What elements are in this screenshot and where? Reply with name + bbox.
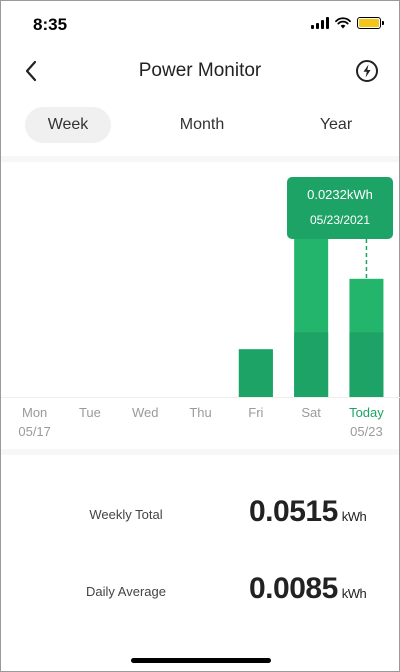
daily-average-unit: kWh	[341, 586, 367, 601]
daily-average-label: Daily Average	[86, 584, 166, 599]
page-title: Power Monitor	[138, 60, 262, 81]
weekly-total-row: Weekly Total 0.0515 kWh	[1, 495, 399, 535]
tab-month[interactable]: Month	[159, 107, 245, 143]
period-tabs: Week Month Year	[1, 107, 399, 143]
chart-date-label: 05/17	[18, 424, 51, 439]
chart-bar-lower	[294, 332, 329, 397]
chart-date-label: 05/23	[350, 424, 383, 439]
chart-bar-lower	[349, 332, 384, 397]
chart-day-label: Wed	[132, 405, 159, 420]
power-button[interactable]	[353, 57, 381, 85]
chart-day-label: Fri	[248, 405, 264, 420]
battery-icon	[357, 17, 384, 29]
daily-average-value: 0.0085 kWh	[249, 572, 367, 606]
section-divider	[1, 449, 399, 455]
status-time: 8:35	[33, 15, 68, 34]
status-bar: 8:35	[1, 1, 399, 45]
home-indicator[interactable]	[131, 658, 271, 663]
weekly-total-value: 0.0515 kWh	[249, 495, 367, 529]
chart-tooltip: 0.0232kWh 05/23/2021	[287, 177, 393, 239]
wifi-icon	[335, 17, 351, 29]
lightning-circle-icon	[356, 60, 378, 82]
chart-bar[interactable]	[349, 278, 384, 397]
weekly-total-number: 0.0515	[249, 495, 338, 528]
chart-day-label: Mon	[21, 405, 48, 420]
chart-day-label: Thu	[189, 405, 212, 420]
tab-year[interactable]: Year	[293, 107, 379, 143]
chart-bar-lower	[238, 349, 273, 397]
cellular-signal-icon	[311, 17, 329, 29]
tooltip-value: 0.0232kWh	[307, 187, 373, 202]
chart-bar[interactable]	[238, 349, 273, 397]
weekly-total-unit: kWh	[341, 509, 367, 524]
daily-average-row: Daily Average 0.0085 kWh	[1, 572, 399, 612]
tooltip-date: 05/23/2021	[309, 213, 371, 227]
chart-bar[interactable]	[294, 238, 329, 397]
status-icons	[311, 17, 384, 29]
header: Power Monitor	[1, 51, 399, 91]
chart-day-label: Tue	[78, 405, 101, 420]
weekly-total-label: Weekly Total	[89, 507, 163, 522]
tab-week[interactable]: Week	[25, 107, 111, 143]
chart-day-label: Sat	[301, 405, 321, 420]
daily-average-number: 0.0085	[249, 572, 338, 605]
chart-day-label: Today	[349, 405, 384, 420]
